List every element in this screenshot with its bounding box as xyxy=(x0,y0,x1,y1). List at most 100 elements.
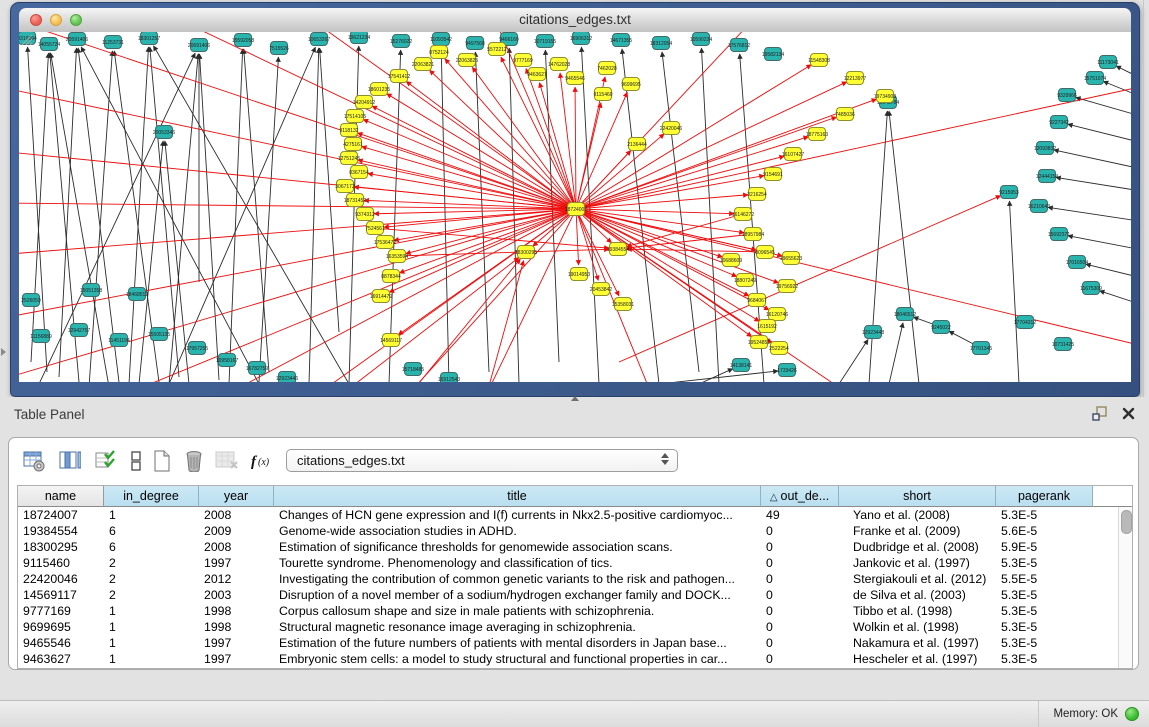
table-cell-year[interactable]: 2008 xyxy=(199,539,274,555)
table-cell-year[interactable]: 2012 xyxy=(199,571,274,587)
graph-node[interactable]: 12923446 xyxy=(276,372,298,383)
graph-node[interactable]: 19524851 xyxy=(748,336,770,349)
table-cell-short[interactable]: de Silva et al. (2003) xyxy=(839,587,996,603)
window-titlebar[interactable]: citations_edges.txt xyxy=(19,8,1131,33)
table-row[interactable]: 2242004622012Investigating the contribut… xyxy=(18,571,1118,587)
graph-node[interactable]: 9227342 xyxy=(1049,116,1069,129)
graph-node[interactable]: 16210643 xyxy=(1028,200,1050,213)
table-cell-year[interactable]: 1997 xyxy=(199,635,274,651)
table-cell-out_de[interactable]: 49 xyxy=(761,507,839,523)
network-canvas[interactable]: 9319394140557242059140611253731183012572… xyxy=(19,32,1131,382)
graph-node[interactable]: 11093542 xyxy=(430,33,452,46)
table-cell-pagerank[interactable]: 5.3E-5 xyxy=(996,587,1093,603)
table-cell-name[interactable]: 14569117 xyxy=(18,587,104,603)
column-header-short[interactable]: short xyxy=(839,486,996,507)
table-cell-short[interactable]: Wolkin et al. (1998) xyxy=(839,619,996,635)
table-cell-title[interactable]: Investigating the contribution of common… xyxy=(274,571,761,587)
graph-node[interactable]: 18312054 xyxy=(650,37,672,50)
graph-node[interactable]: 7515526 xyxy=(269,42,289,55)
graph-node[interactable]: 8752124 xyxy=(429,46,449,59)
table-scrollbar[interactable] xyxy=(1118,507,1132,668)
table-row[interactable]: 911546021997Tourette syndrome. Phenomeno… xyxy=(18,555,1118,571)
graph-node[interactable]: 15692371 xyxy=(1048,228,1070,241)
graph-node[interactable]: 9465546 xyxy=(565,72,585,85)
graph-node[interactable]: 16107427 xyxy=(782,148,804,161)
graph-node[interactable]: 18807249 xyxy=(734,274,756,287)
graph-node[interactable]: 15718485 xyxy=(402,363,424,376)
table-row[interactable]: 969969511998Structural magnetic resonanc… xyxy=(18,619,1118,635)
graph-node[interactable]: 17704312 xyxy=(1014,316,1036,329)
network-graph[interactable]: 9319394140557242059140611253731183012572… xyxy=(19,32,1131,382)
table-row[interactable]: 977716911998Corpus callosum shape and si… xyxy=(18,603,1118,619)
table-cell-short[interactable]: Jankovic et al. (1997) xyxy=(839,555,996,571)
table-cell-in_degree[interactable]: 2 xyxy=(104,571,199,587)
graph-node[interactable]: 17957255 xyxy=(186,342,208,355)
graph-node[interactable]: 14204912 xyxy=(353,96,375,109)
table-cell-year[interactable]: 2003 xyxy=(199,587,274,603)
graph-node[interactable]: 19734903 xyxy=(874,90,896,103)
graph-node[interactable]: 16782759 xyxy=(246,362,268,375)
graph-node[interactable]: 18301257 xyxy=(138,32,160,45)
graph-node[interactable]: 15505135 xyxy=(148,328,170,341)
graph-node[interactable]: 14055724 xyxy=(38,38,60,51)
table-mode-button[interactable] xyxy=(21,448,47,474)
graph-node[interactable]: 15592058 xyxy=(232,34,254,47)
graph-node[interactable]: 8878344 xyxy=(381,270,401,283)
graph-node[interactable]: 2526059 xyxy=(21,294,41,307)
row-selection-button[interactable] xyxy=(93,448,119,474)
graph-node[interactable]: 7462028 xyxy=(597,62,617,75)
graph-node[interactable]: 10590234 xyxy=(690,33,712,46)
table-cell-in_degree[interactable]: 1 xyxy=(104,651,199,667)
graph-node[interactable]: 9497568 xyxy=(465,37,485,50)
graph-node[interactable]: 18775163 xyxy=(806,128,828,141)
table-cell-short[interactable]: Hescheler et al. (1997) xyxy=(839,651,996,667)
table-cell-year[interactable]: 1997 xyxy=(199,555,274,571)
graph-node[interactable]: 11173041 xyxy=(1097,56,1119,69)
table-cell-name[interactable]: 22420046 xyxy=(18,571,104,587)
table-cell-pagerank[interactable]: 5.3E-5 xyxy=(996,555,1093,571)
table-cell-pagerank[interactable]: 5.9E-5 xyxy=(996,539,1093,555)
table-cell-pagerank[interactable]: 5.3E-5 xyxy=(996,635,1093,651)
graph-node[interactable]: 4275161 xyxy=(343,138,363,151)
graph-node[interactable]: 8096545 xyxy=(755,246,775,259)
table-row[interactable]: 946554611997Estimation of the future num… xyxy=(18,635,1118,651)
graph-node[interactable]: 16906312 xyxy=(570,32,592,45)
delete-table-button-disabled[interactable] xyxy=(213,448,239,474)
graph-node[interactable]: 19582134 xyxy=(762,48,784,61)
graph-node[interactable]: 9115460 xyxy=(593,88,612,101)
table-cell-pagerank[interactable]: 5.3E-5 xyxy=(996,507,1093,523)
panel-collapse-arrow-icon[interactable] xyxy=(1,348,6,356)
graph-node[interactable]: 9329966 xyxy=(1057,89,1077,102)
graph-node[interactable]: 15276022 xyxy=(390,35,412,48)
graph-node[interactable]: 10653267 xyxy=(308,33,330,46)
graph-node[interactable]: 17536472 xyxy=(374,236,396,249)
table-cell-in_degree[interactable]: 6 xyxy=(104,523,199,539)
graph-node[interactable]: 11156889 xyxy=(30,330,52,343)
table-cell-pagerank[interactable]: 5.3E-5 xyxy=(996,619,1093,635)
graph-node[interactable]: 1615192 xyxy=(757,320,777,333)
graph-node[interactable]: 22420046 xyxy=(660,122,682,135)
table-cell-in_degree[interactable]: 6 xyxy=(104,539,199,555)
graph-node[interactable]: 17701345 xyxy=(970,342,992,355)
table-cell-name[interactable]: 9463627 xyxy=(18,651,104,667)
graph-node[interactable]: 16146272 xyxy=(732,208,754,221)
graph-node[interactable]: 16120746 xyxy=(766,308,788,321)
table-cell-short[interactable]: Nakamura et al. (1997) xyxy=(839,635,996,651)
graph-node[interactable]: 14569117 xyxy=(380,334,402,347)
graph-node[interactable]: 12923448 xyxy=(862,326,884,339)
graph-node[interactable]: 16912543 xyxy=(438,373,460,383)
graph-node[interactable]: 18957984 xyxy=(742,228,764,241)
table-cell-out_de[interactable]: 0 xyxy=(761,523,839,539)
graph-node[interactable]: 20053346 xyxy=(153,126,175,139)
column-header-in_degree[interactable]: in_degree xyxy=(104,486,199,507)
table-cell-year[interactable]: 1997 xyxy=(199,651,274,667)
delete-columns-button[interactable] xyxy=(181,448,207,474)
graph-node[interactable]: 14671355 xyxy=(610,34,632,47)
column-header-pagerank[interactable]: pagerank xyxy=(996,486,1093,507)
graph-node[interactable]: 9215953 xyxy=(999,186,1019,199)
table-cell-in_degree[interactable]: 1 xyxy=(104,619,199,635)
graph-node[interactable]: 17576812 xyxy=(728,39,750,52)
table-cell-name[interactable]: 19384554 xyxy=(18,523,104,539)
graph-node[interactable]: 2522254 xyxy=(769,342,789,355)
function-builder-button[interactable]: f (x) xyxy=(247,448,279,474)
